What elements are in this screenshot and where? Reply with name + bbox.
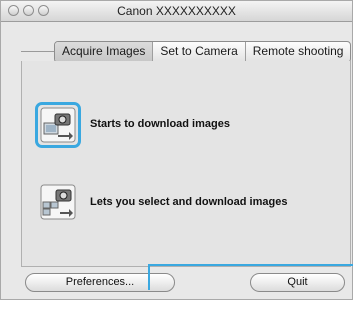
title-bar: Canon XXXXXXXXXX [1, 1, 352, 22]
callout-line-horizontal [148, 264, 353, 266]
tab-bar: Acquire Images Set to Camera Remote shoo… [21, 41, 352, 63]
tab-acquire-images[interactable]: Acquire Images [55, 42, 153, 62]
tab-set-to-camera[interactable]: Set to Camera [152, 42, 244, 62]
camera-select-download-icon[interactable] [38, 182, 78, 222]
camera-download-icon[interactable] [35, 102, 81, 148]
callout-line-vertical [148, 264, 150, 290]
preferences-button[interactable]: Preferences... [25, 273, 175, 292]
app-window: Canon XXXXXXXXXX Acquire Images Set to C… [0, 0, 353, 300]
quit-button[interactable]: Quit [250, 273, 345, 292]
tab-group: Acquire Images Set to Camera Remote shoo… [54, 41, 352, 63]
tab-remote-shooting[interactable]: Remote shooting [244, 42, 351, 62]
action-label-select-download: Lets you select and download images [90, 196, 288, 208]
window-title: Canon XXXXXXXXXX [117, 4, 236, 18]
action-label-download: Starts to download images [90, 118, 230, 130]
acquire-images-panel [21, 61, 351, 267]
